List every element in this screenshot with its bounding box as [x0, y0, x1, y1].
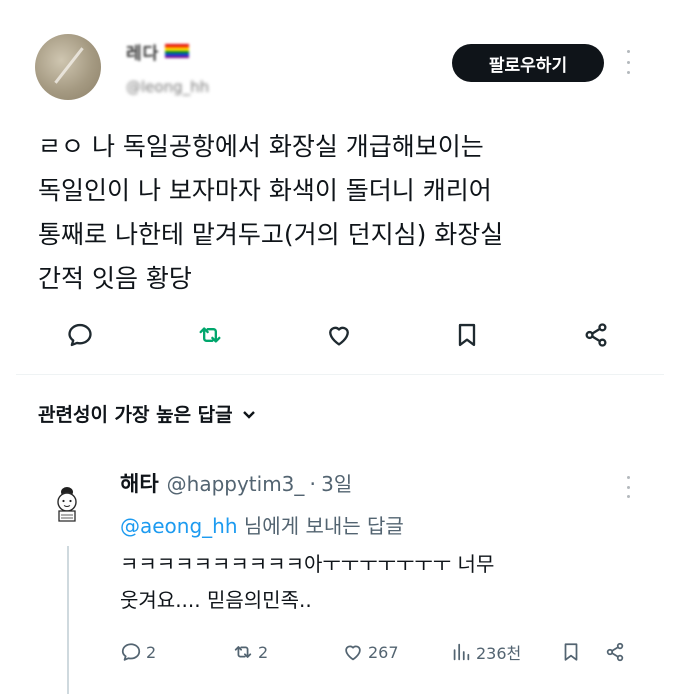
reply-reply-button[interactable]: 2 [120, 638, 156, 666]
separator-dot: · [309, 472, 317, 496]
author-avatar[interactable] [35, 34, 101, 100]
reply-author-handle[interactable]: @happytim3_ [167, 472, 305, 496]
tweet-line: ㄹㅇ 나 독일공항에서 화장실 개급해보이는 [38, 132, 484, 161]
reply-author-name[interactable]: 해타 [120, 468, 159, 498]
reply-count: 2 [146, 642, 157, 662]
retweet-icon [234, 646, 252, 658]
reply-like-button[interactable]: 267 [342, 638, 399, 666]
reply-text: ㅋㅋㅋㅋㅋㅋㅋㅋㅋㅋ아ㅜㅜㅜㅜㅜㅜㅜ 너무 웃겨요.... 믿음의민족.. [120, 546, 494, 618]
bookmark-button[interactable] [450, 318, 484, 352]
reply-views-button[interactable]: 236천 [450, 638, 521, 666]
like-count: 267 [368, 642, 399, 662]
tweet-line: 독일인이 나 보자마자 화색이 돌더니 캐리어 [38, 176, 492, 205]
tweet-line: 통째로 나한테 맡겨두고(거의 던지심) 화장실 [38, 220, 504, 249]
like-button[interactable] [322, 318, 356, 352]
more-options-icon[interactable] [622, 50, 634, 74]
retweet-count: 2 [258, 642, 269, 662]
retweet-icon [199, 327, 221, 343]
thread-line [67, 546, 69, 694]
reply-mention-link[interactable]: @aeong_hh [120, 514, 238, 538]
views-icon [453, 643, 470, 661]
share-button[interactable] [579, 318, 613, 352]
replies-sort-dropdown[interactable]: 관련성이 가장 높은 답글 [38, 400, 257, 427]
reply-author-avatar[interactable] [49, 484, 85, 524]
author-name[interactable]: 레다 [126, 39, 159, 64]
reply-button[interactable] [63, 318, 97, 352]
chevron-down-icon [242, 410, 255, 419]
reply-share-button[interactable] [604, 638, 626, 666]
tweet-text: ㄹㅇ 나 독일공항에서 화장실 개급해보이는 독일인이 나 보자마자 화색이 돌… [38, 125, 638, 301]
reply-icon [121, 643, 141, 661]
view-count: 236천 [476, 644, 522, 663]
like-icon [345, 645, 361, 661]
share-icon [606, 642, 624, 662]
replying-to: @aeong_hh 님에게 보내는 답글 [120, 510, 404, 539]
bookmark-icon [564, 643, 578, 661]
reply-icon [68, 323, 92, 347]
reply-bookmark-button[interactable] [560, 638, 582, 666]
share-icon [585, 323, 607, 347]
reply-line: ㅋㅋㅋㅋㅋㅋㅋㅋㅋㅋ아ㅜㅜㅜㅜㅜㅜㅜ 너무 [120, 552, 495, 576]
reply-to-text: 님에게 보내는 답글 [237, 514, 404, 538]
reply-line: 웃겨요.... 믿음의민족.. [120, 588, 312, 612]
follow-button[interactable]: 팔로우하기 [452, 44, 604, 82]
author-handle[interactable]: @leong_hh [126, 78, 209, 96]
reply-header: 해타 @happytim3_ · 3일 [120, 468, 352, 498]
like-icon [329, 326, 349, 346]
rainbow-flag-icon [165, 44, 190, 58]
divider [16, 374, 664, 375]
bookmark-icon [458, 323, 476, 347]
reply-timestamp[interactable]: 3일 [321, 468, 352, 497]
replies-sort-label: 관련성이 가장 높은 답글 [38, 404, 233, 426]
reply-retweet-button[interactable]: 2 [232, 638, 268, 666]
retweet-button[interactable] [193, 318, 227, 352]
reply-more-options-icon[interactable] [622, 476, 634, 498]
author-name-blurred[interactable]: 레다 [126, 39, 190, 64]
tweet-line: 간적 잇음 황당 [38, 264, 192, 293]
